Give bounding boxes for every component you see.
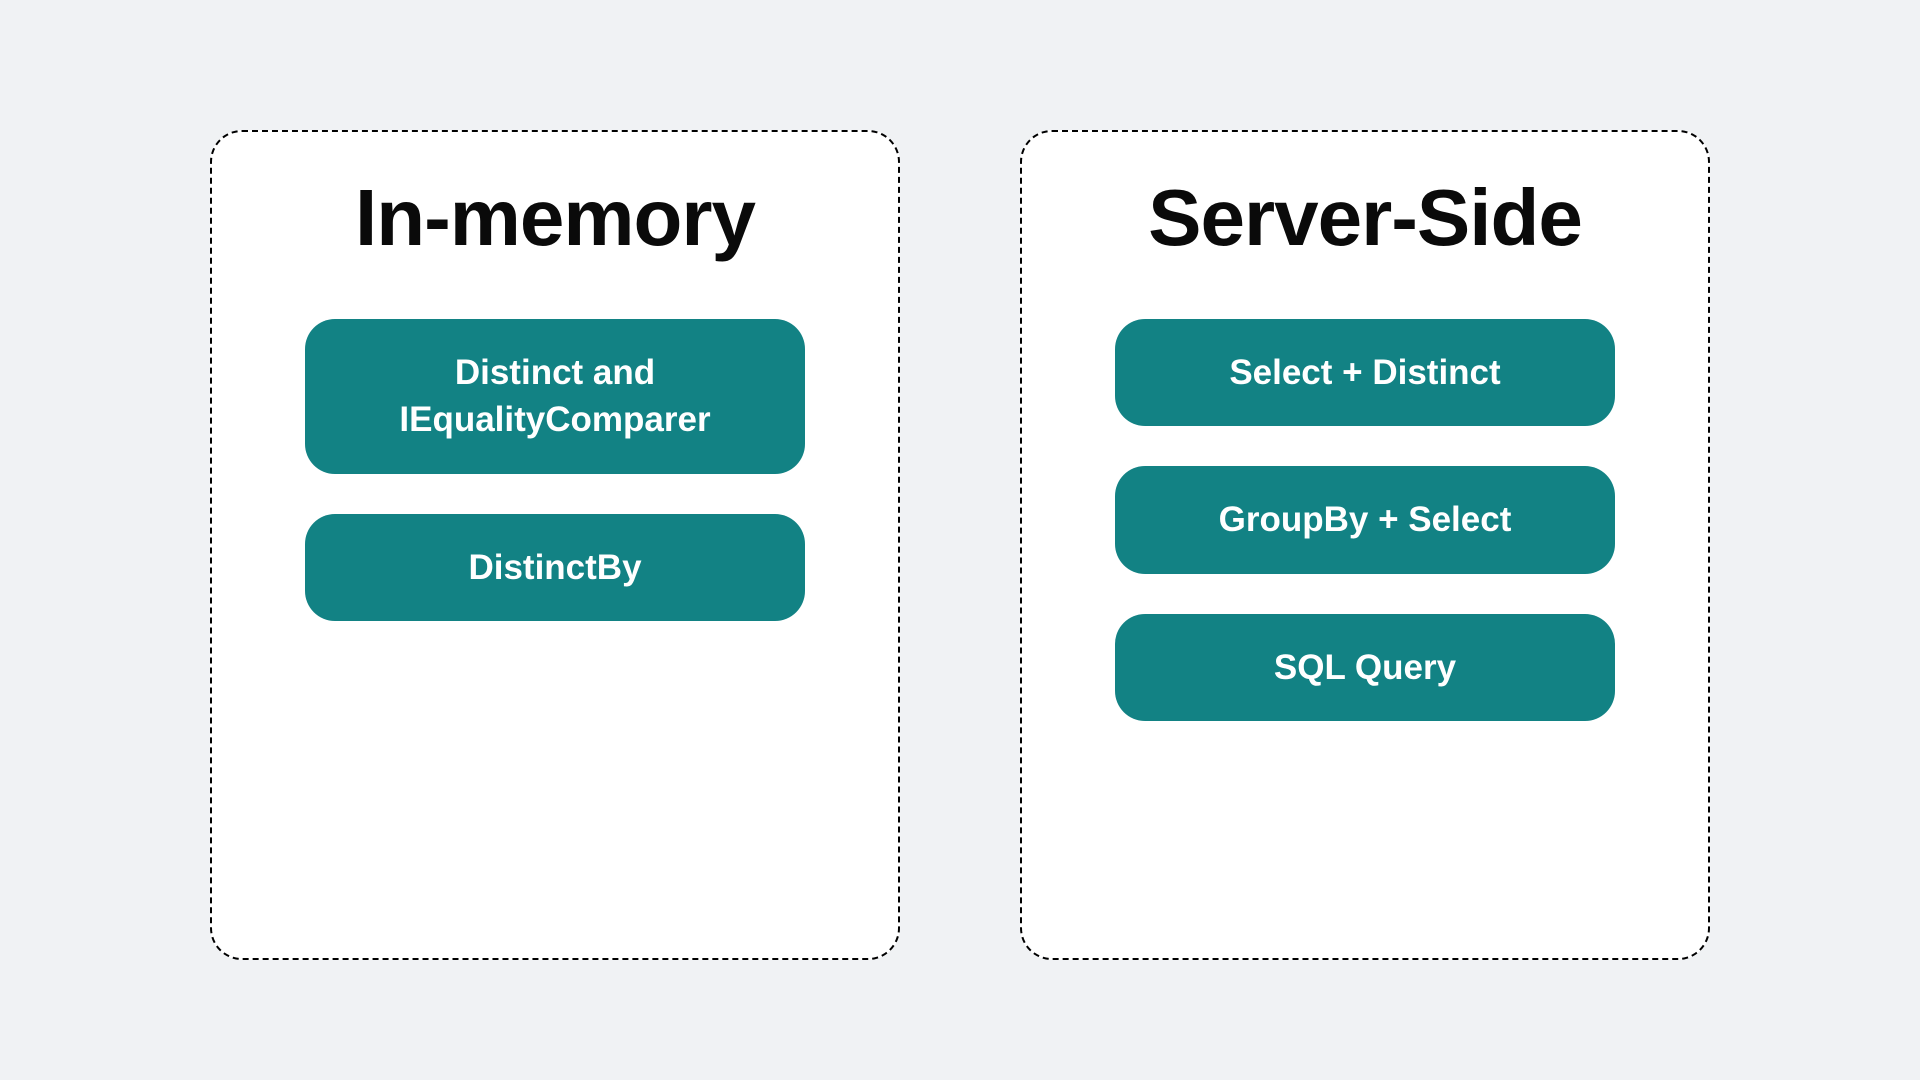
pill-groupby-select: GroupBy + Select	[1115, 466, 1615, 573]
pill-distinct-comparer: Distinct and IEqualityComparer	[305, 319, 805, 474]
diagram-container: In-memory Distinct and IEqualityComparer…	[210, 130, 1710, 960]
pill-distinctby: DistinctBy	[305, 514, 805, 621]
panel-server-side: Server-Side Select + Distinct GroupBy + …	[1020, 130, 1710, 960]
panel-in-memory: In-memory Distinct and IEqualityComparer…	[210, 130, 900, 960]
pill-container-in-memory: Distinct and IEqualityComparer DistinctB…	[267, 319, 843, 621]
pill-sql-query: SQL Query	[1115, 614, 1615, 721]
pill-container-server-side: Select + Distinct GroupBy + Select SQL Q…	[1077, 319, 1653, 721]
pill-select-distinct: Select + Distinct	[1115, 319, 1615, 426]
panel-title-in-memory: In-memory	[355, 172, 755, 264]
panel-title-server-side: Server-Side	[1148, 172, 1582, 264]
